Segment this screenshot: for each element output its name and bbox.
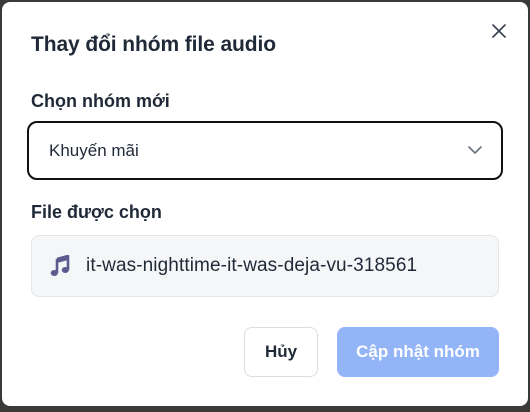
selected-file-box: it-was-nighttime-it-was-deja-vu-318561 <box>31 235 499 297</box>
change-audio-group-dialog: Thay đổi nhóm file audio Chọn nhóm mới K… <box>2 2 528 406</box>
music-note-icon <box>50 255 72 277</box>
chevron-down-icon <box>467 143 483 159</box>
dialog-title: Thay đổi nhóm file audio <box>31 33 276 56</box>
group-select-label: Chọn nhóm mới <box>31 91 170 111</box>
group-select-value: Khuyến mãi <box>49 140 139 160</box>
close-button[interactable] <box>486 20 512 46</box>
selected-file-name: it-was-nighttime-it-was-deja-vu-318561 <box>86 255 418 276</box>
update-group-button[interactable]: Cập nhật nhóm <box>337 327 499 377</box>
close-icon <box>492 23 506 43</box>
group-select[interactable]: Khuyến mãi <box>27 121 503 180</box>
cancel-button[interactable]: Hủy <box>244 327 318 377</box>
selected-file-label: File được chọn <box>31 202 162 222</box>
